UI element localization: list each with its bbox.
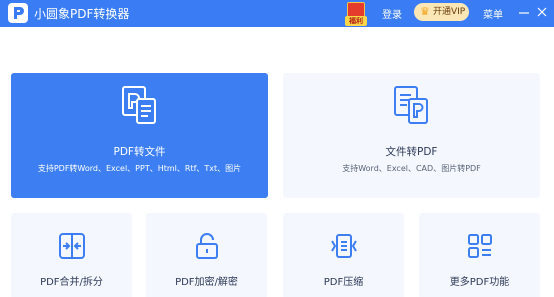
gift-label: 福利 — [345, 16, 367, 26]
tool-title: PDF压缩 — [323, 277, 364, 288]
app-title: 小圆象PDF转换器 — [34, 7, 130, 21]
app-logo-icon — [8, 3, 28, 23]
file-to-pdf-icon — [389, 83, 433, 129]
tool-title: PDF合并/拆分 — [40, 277, 103, 288]
vip-button[interactable]: ♛ 开通VIP — [414, 3, 469, 21]
tool-encrypt-decrypt[interactable]: PDF加密/解密 — [146, 213, 267, 297]
tool-title: 更多PDF功能 — [449, 277, 510, 288]
merge-split-icon — [57, 231, 87, 261]
vip-label: 开通VIP — [433, 7, 466, 17]
card-description: 支持Word、Excel、CAD、图片转PDF — [342, 164, 481, 173]
close-icon[interactable] — [535, 4, 549, 18]
login-link[interactable]: 登录 — [382, 6, 402, 21]
grid-icon — [465, 231, 495, 261]
card-file-to-pdf[interactable]: 文件转PDF 支持Word、Excel、CAD、图片转PDF — [283, 73, 540, 198]
tool-merge-split[interactable]: PDF合并/拆分 — [11, 213, 132, 297]
gift-icon[interactable]: 福利 — [345, 0, 367, 26]
tool-title: PDF加密/解密 — [175, 277, 238, 288]
unlock-icon — [192, 231, 222, 261]
pdf-to-file-icon — [117, 83, 161, 129]
compress-icon — [329, 231, 359, 261]
tool-more[interactable]: 更多PDF功能 — [419, 213, 540, 297]
tool-compress[interactable]: PDF压缩 — [283, 213, 404, 297]
crown-icon: ♛ — [420, 5, 430, 18]
menu-button[interactable]: 菜单 — [483, 6, 503, 21]
minimize-icon[interactable] — [517, 4, 531, 18]
card-title: PDF转文件 — [113, 146, 166, 158]
card-title: 文件转PDF — [385, 146, 438, 158]
title-bar: 小圆象PDF转换器 福利 登录 ♛ 开通VIP 菜单 — [0, 0, 554, 27]
card-description: 支持PDF转Word、Excel、PPT、Html、Rtf、Txt、图片 — [37, 164, 242, 173]
card-pdf-to-file[interactable]: PDF转文件 支持PDF转Word、Excel、PPT、Html、Rtf、Txt… — [11, 73, 268, 198]
